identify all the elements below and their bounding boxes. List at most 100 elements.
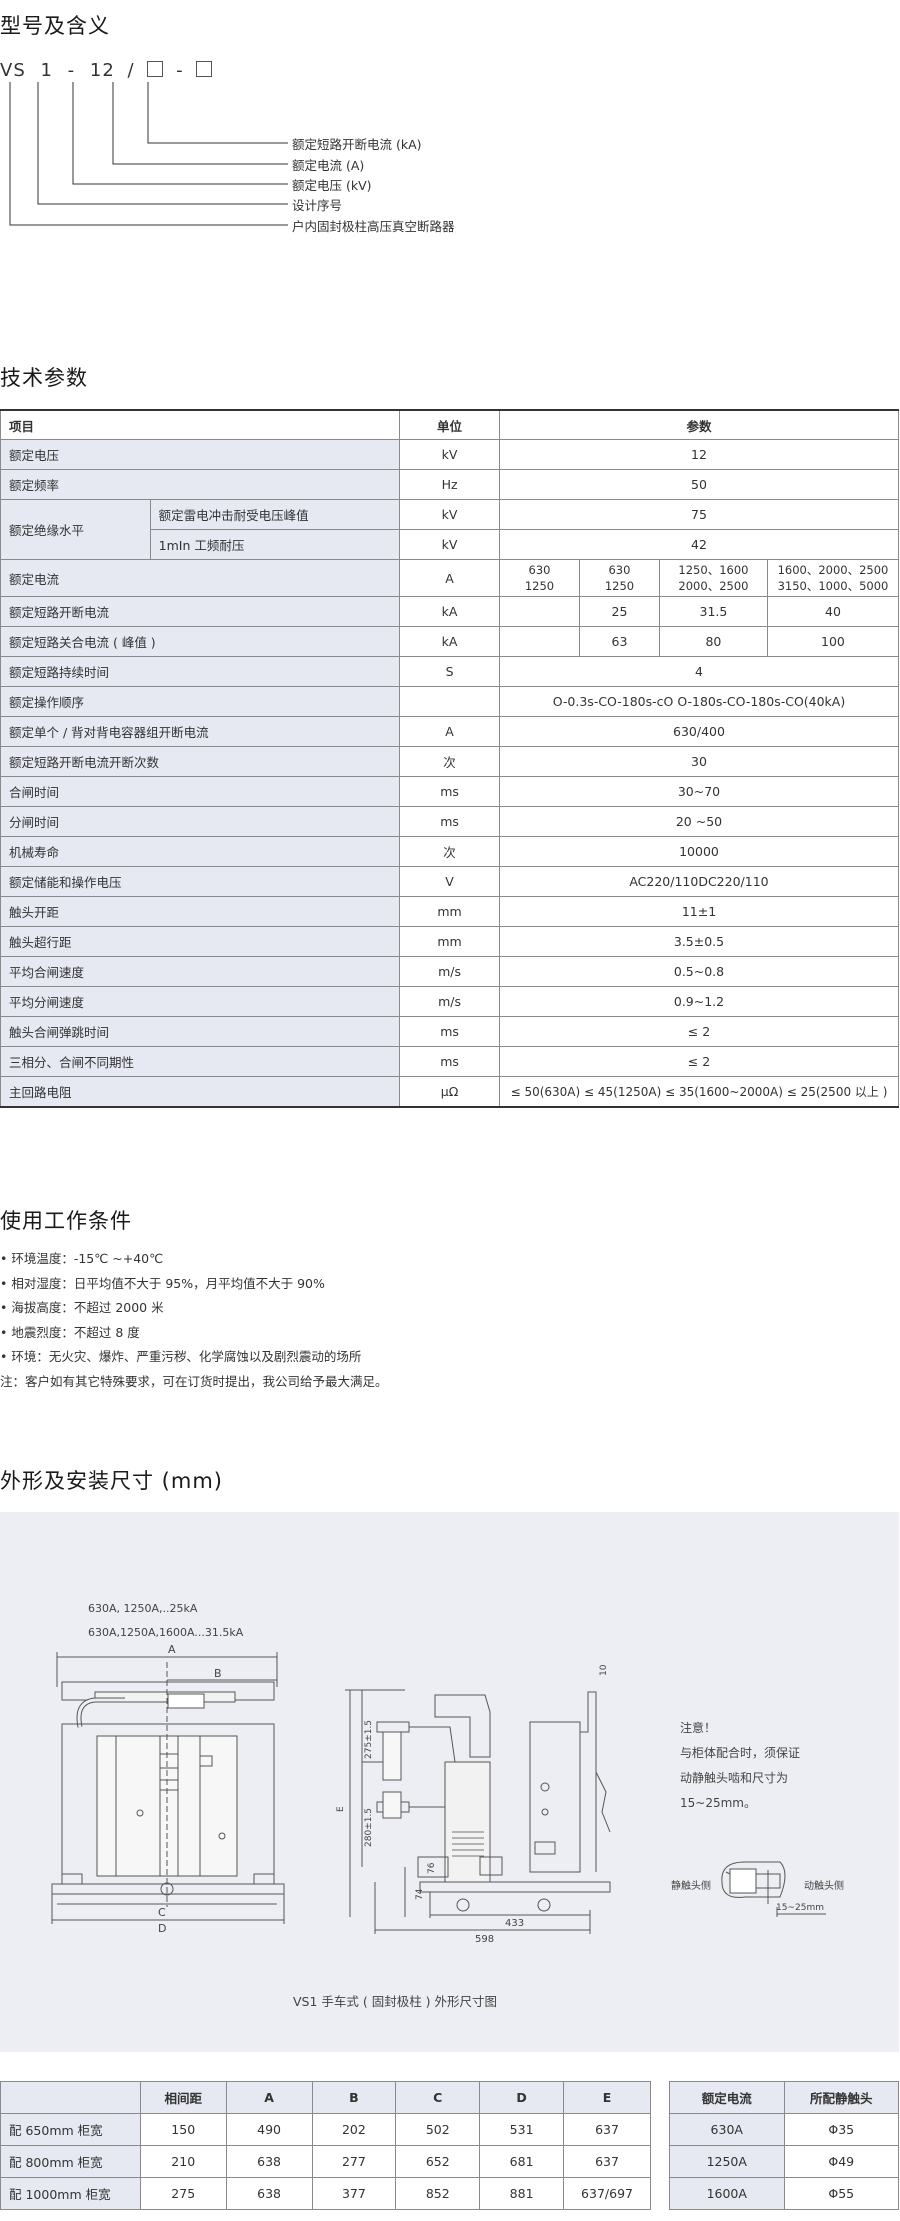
row-item: 额定电压 bbox=[0, 439, 401, 470]
value-line: 1250 bbox=[524, 579, 555, 593]
cell: 637 bbox=[563, 2145, 651, 2178]
row-unit: ms bbox=[399, 806, 500, 837]
table-row: 配 1000mm 柜宽 275 638 377 852 881 637/697 bbox=[0, 2177, 651, 2210]
row-unit: S bbox=[399, 656, 500, 687]
dim-433-label: 433 bbox=[505, 1918, 524, 1929]
row-value: 10000 bbox=[498, 836, 900, 867]
cell: 881 bbox=[479, 2177, 565, 2210]
front-view bbox=[51, 1652, 285, 1924]
header-cell: C bbox=[395, 2081, 481, 2114]
table-row: 1250A Φ49 bbox=[669, 2145, 900, 2178]
cell: 377 bbox=[311, 2177, 397, 2210]
row-value: 0.9~1.2 bbox=[498, 986, 900, 1017]
row-value: 100 bbox=[766, 626, 900, 657]
row-value: 40 bbox=[766, 596, 900, 627]
row-value: 80 bbox=[658, 626, 768, 657]
dim-280-label: 280±1.5 bbox=[364, 1808, 374, 1847]
row-unit: ms bbox=[399, 1046, 500, 1077]
row-value: 50 bbox=[498, 469, 900, 500]
table-row: 额定储能和操作电压 V AC220/110DC220/110 bbox=[0, 866, 900, 897]
row-value-multi: 1600、2000、2500 3150、1000、5000 bbox=[766, 559, 900, 597]
dim-c-label: C bbox=[158, 1906, 166, 1919]
table-row: 机械寿命 次 10000 bbox=[0, 836, 900, 867]
row-item: 额定单个 / 背对背电容器组开断电流 bbox=[0, 716, 401, 747]
table-row: 主回路电阻 μΩ ≤ 50(630A) ≤ 45(1250A) ≤ 35(160… bbox=[0, 1076, 900, 1108]
code-box-breaking bbox=[196, 61, 213, 77]
note-line-1: 与柜体配合时，须保证 bbox=[680, 1745, 800, 1760]
table-row: 平均分闸速度 m/s 0.9~1.2 bbox=[0, 986, 900, 1017]
value-line: 1250、1600 bbox=[678, 563, 749, 577]
row-unit: V bbox=[399, 866, 500, 897]
cell: 150 bbox=[139, 2113, 227, 2146]
row-unit: kV bbox=[399, 499, 500, 530]
row-unit: kA bbox=[399, 626, 500, 657]
row-item: 额定储能和操作电压 bbox=[0, 866, 401, 897]
header-cell: 额定电流 bbox=[669, 2081, 785, 2114]
row-unit: mm bbox=[399, 896, 500, 927]
row-unit: m/s bbox=[399, 986, 500, 1017]
table-row: 额定短路持续时间 S 4 bbox=[0, 656, 900, 687]
label-breaker-type: 户内固封极柱高压真空断路器 bbox=[292, 219, 455, 234]
cell: 277 bbox=[311, 2145, 397, 2178]
label-breaking-current: 额定短路开断电流 (kA) bbox=[292, 137, 422, 152]
note-line-3: 15~25mm。 bbox=[680, 1796, 756, 1810]
row-value-multi: 630 1250 bbox=[578, 559, 660, 597]
model-leader-lines bbox=[9, 82, 288, 226]
table-row: 额定短路开断电流开断次数 次 30 bbox=[0, 746, 900, 777]
row-value: 42 bbox=[498, 529, 900, 560]
row-item: 额定短路持续时间 bbox=[0, 656, 401, 687]
row-value: 20 ~50 bbox=[498, 806, 900, 837]
code-12: 12 bbox=[89, 60, 115, 81]
row-value: 630/400 bbox=[498, 716, 900, 747]
row-unit: kV bbox=[399, 529, 500, 560]
row-unit: μΩ bbox=[399, 1076, 500, 1108]
value-line: 2000、2500 bbox=[678, 579, 749, 593]
tech-section-title: 技术参数 bbox=[0, 366, 88, 390]
dim-76-label: 76 bbox=[427, 1862, 437, 1874]
dim-e-label: E bbox=[336, 1806, 346, 1812]
table-row: 额定单个 / 背对背电容器组开断电流 A 630/400 bbox=[0, 716, 900, 747]
row-value-empty bbox=[498, 596, 580, 627]
cell: 638 bbox=[225, 2177, 313, 2210]
row-value: ≤ 50(630A) ≤ 45(1250A) ≤ 35(1600~2000A) … bbox=[498, 1076, 900, 1108]
cell: 1250A bbox=[669, 2145, 785, 2178]
row-value: 31.5 bbox=[658, 596, 768, 627]
value-line: 630 bbox=[608, 563, 631, 577]
header-cell: A bbox=[225, 2081, 313, 2114]
row-unit: ms bbox=[399, 1016, 500, 1047]
code-dash: - bbox=[67, 60, 76, 81]
table-row: 1600A Φ55 bbox=[669, 2177, 900, 2210]
label-rated-voltage: 额定电压 (kV) bbox=[292, 178, 372, 193]
header-cell: 相间距 bbox=[139, 2081, 227, 2114]
row-unit: A bbox=[399, 559, 500, 597]
moving-side-label: 动触头侧 bbox=[804, 1879, 844, 1892]
row-value: 3.5±0.5 bbox=[498, 926, 900, 957]
table-row: 额定短路关合电流 ( 峰值 ) kA 63 80 100 bbox=[0, 626, 900, 657]
ratings-line-1: 630A, 1250A,..25kA bbox=[88, 1602, 198, 1615]
header-item: 项目 bbox=[0, 409, 401, 440]
row-item: 触头超行距 bbox=[0, 926, 401, 957]
row-item: 额定短路开断电流 bbox=[0, 596, 401, 627]
table-row: 额定绝缘水平 额定雷电冲击耐受电压峰值 kV 75 bbox=[0, 499, 900, 560]
code-1: 1 bbox=[40, 60, 53, 81]
cell: 630A bbox=[669, 2113, 785, 2146]
table-row: 配 650mm 柜宽 150 490 202 502 531 637 bbox=[0, 2113, 651, 2146]
row-unit: A bbox=[399, 716, 500, 747]
row-item: 合闸时间 bbox=[0, 776, 401, 807]
tech-params-table: 项目 单位 参数 额定电压 kV 12 额定频率 Hz 50 额定绝缘水平 额定… bbox=[0, 409, 900, 1108]
table-row: 额定短路开断电流 kA 25 31.5 40 bbox=[0, 596, 900, 627]
table-row: 触头开距 mm 11±1 bbox=[0, 896, 900, 927]
value-line: 1600、2000、2500 bbox=[777, 563, 889, 577]
row-item: 额定绝缘水平 bbox=[0, 499, 151, 560]
table-row: 额定操作顺序 O-0.3s-CO-180s-cO O-180s-CO-180s-… bbox=[0, 686, 900, 717]
cell: 637/697 bbox=[563, 2177, 651, 2210]
row-item: 机械寿命 bbox=[0, 836, 401, 867]
row-value-multi: 1250、1600 2000、2500 bbox=[658, 559, 768, 597]
cell: 531 bbox=[479, 2113, 565, 2146]
dimension-table: 相间距 A B C D E 配 650mm 柜宽 150 490 202 502… bbox=[0, 2081, 651, 2210]
cell: 1600A bbox=[669, 2177, 785, 2210]
dim-275-label: 275±1.5 bbox=[364, 1720, 374, 1759]
header-cell: 所配静触头 bbox=[783, 2081, 900, 2114]
cell: 210 bbox=[139, 2145, 227, 2178]
note-line-2: 动静触头啮和尺寸为 bbox=[680, 1771, 788, 1785]
